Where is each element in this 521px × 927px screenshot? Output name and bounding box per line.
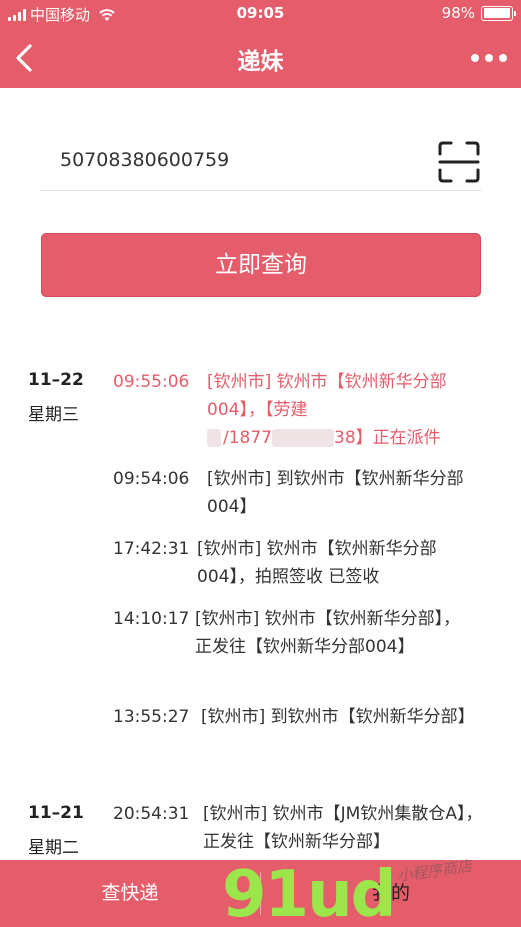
timeline-event: 09:55:06 [钦州市] 钦州市【钦州新华分部004】，【劳建/1877 38… (113, 368, 493, 454)
event-desc: [钦州市] 钦州市【钦州新华分部】，正发往【钦州新华分部004】 (195, 609, 461, 657)
event-desc: [钦州市] 钦州市【钦州新华分部004】，拍照签收 已签收 (197, 539, 437, 587)
day-group: 11–22 星期三 (28, 370, 84, 425)
more-dots-icon[interactable] (471, 48, 507, 68)
day-weekday: 星期二 (28, 838, 79, 858)
tab-bar: 查快递 我的 (0, 860, 521, 927)
event-time: 14:10:17 (113, 609, 190, 629)
event-time: 09:54:06 (113, 469, 190, 489)
day-date: 11–21 (28, 803, 84, 823)
timeline-event: 17:42:31 [钦州市] 钦州市【钦州新华分部004】，拍照签收 已签收 (113, 535, 493, 593)
event-desc-part: 38】正在派件 (334, 428, 441, 448)
battery-icon (481, 5, 516, 21)
timeline-event: 13:55:27 [钦州市] 到钦州市【钦州新华分部】 (113, 703, 493, 761)
event-desc: [钦州市] 钦州市【JM钦州集散仓A】，正发往【钦州新华分部】 (203, 804, 483, 852)
event-desc: [钦州市] 到钦州市【钦州新华分部004】 (207, 469, 464, 517)
header-bar: 中国移动 09:05 98% 递妹 (0, 0, 521, 88)
battery-percent: 98% (441, 4, 475, 22)
event-desc-part: [钦州市] 钦州市【钦州新华分部004】，【劳建 (207, 372, 447, 420)
tab-track-express[interactable]: 查快递 (0, 860, 260, 927)
timeline-event: 09:54:06 [钦州市] 到钦州市【钦州新华分部004】 (113, 465, 493, 523)
tracking-search (40, 136, 481, 191)
nav-bar: 递妹 (0, 28, 521, 88)
event-time: 20:54:31 (113, 804, 190, 824)
event-time: 09:55:06 (113, 372, 190, 392)
status-bar: 中国移动 09:05 98% (0, 0, 521, 28)
day-date: 11–22 (28, 370, 84, 390)
day-weekday: 星期三 (28, 405, 79, 425)
event-desc: [钦州市] 钦州市【钦州新华分部004】，【劳建/1877 38】正在派件 (207, 368, 491, 452)
redaction-mask (272, 429, 334, 447)
event-desc-part: /1877 (223, 428, 272, 448)
scan-icon[interactable] (437, 140, 481, 184)
event-time: 13:55:27 (113, 707, 190, 727)
tracking-number-input[interactable] (60, 144, 420, 176)
event-desc: [钦州市] 到钦州市【钦州新华分部】 (201, 707, 475, 727)
timeline-event: 14:10:17 [钦州市] 钦州市【钦州新华分部】，正发往【钦州新华分部004… (113, 605, 493, 691)
status-right: 98% (441, 4, 516, 22)
redaction-mask (207, 429, 221, 447)
day-group: 11–21 星期二 (28, 803, 84, 858)
event-time: 17:42:31 (113, 539, 190, 559)
query-button[interactable]: 立即查询 (41, 233, 481, 297)
page-title: 递妹 (237, 49, 284, 75)
tab-mine[interactable]: 我的 (261, 860, 521, 927)
timeline-event: 20:54:31 [钦州市] 钦州市【JM钦州集散仓A】，正发往【钦州新华分部】 (113, 800, 493, 858)
